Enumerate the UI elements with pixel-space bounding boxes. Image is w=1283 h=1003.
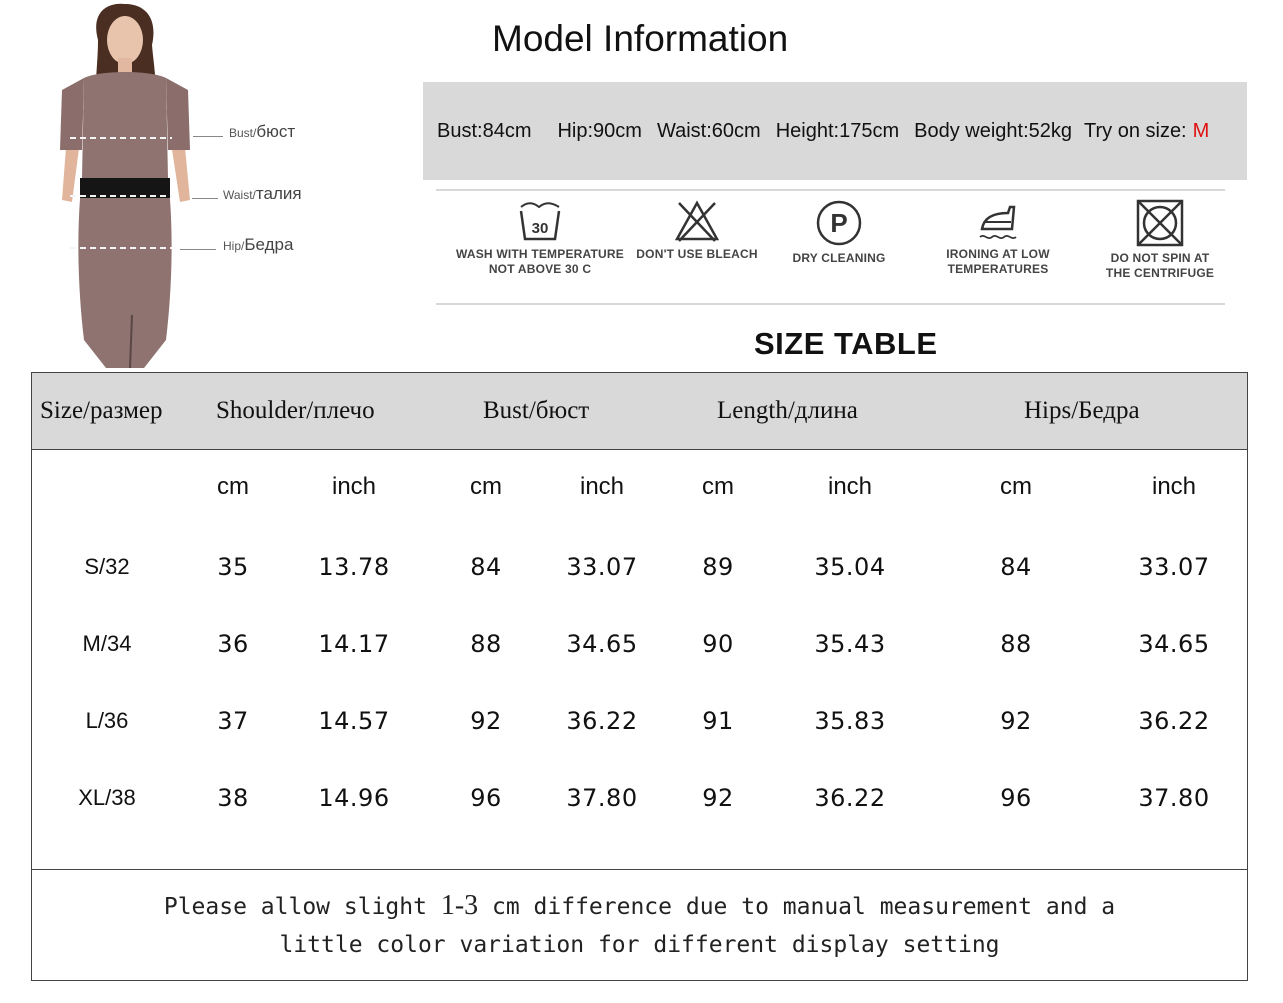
- no-spin-icon: [1136, 199, 1184, 247]
- table-cell: 96: [470, 784, 502, 812]
- table-cell: 36.22: [814, 784, 886, 812]
- care-item-dry-clean: P DRY CLEANING: [784, 199, 894, 266]
- model-info-bar: Bust:84cm Hip:90cm Waist:60cm Height:175…: [423, 82, 1247, 180]
- size-table-title: SIZE TABLE: [754, 326, 938, 361]
- table-cell: 36: [217, 630, 249, 658]
- table-cell: 37.80: [566, 784, 638, 812]
- table-cell: 34.65: [1138, 630, 1210, 658]
- unit-label: cm: [1000, 473, 1032, 500]
- table-cell: 37.80: [1138, 784, 1210, 812]
- table-cell: 33.07: [566, 553, 638, 581]
- unit-label: inch: [827, 473, 873, 500]
- header-hips: Hips/Бедра: [1024, 397, 1140, 424]
- waist-value: Waist:60cm: [656, 119, 761, 142]
- size-cell: S/32: [84, 554, 130, 579]
- iron-low-icon: [979, 205, 1017, 240]
- unit-label: inch: [331, 473, 377, 500]
- table-cell: 34.65: [566, 630, 638, 658]
- table-cell: 14.17: [318, 630, 390, 658]
- care-text-spin: DO NOT SPIN AT THE CENTRIFUGE: [1105, 251, 1215, 280]
- try-on-label: Try on size:: [1084, 119, 1187, 142]
- bust-label: Bust/бюст: [229, 122, 296, 141]
- table-cell: 14.96: [318, 784, 390, 812]
- model-illustration: [60, 3, 190, 369]
- table-cell: 37: [217, 707, 249, 735]
- hip-label: Hip/Бедра: [223, 235, 294, 254]
- size-cell: M/34: [82, 631, 132, 656]
- weight-value: Body weight:52kg: [914, 119, 1072, 142]
- care-instructions-bar: 30 WASH WITH TEMPERATURE NOT ABOVE 30 C D…: [436, 189, 1225, 305]
- waist-label: Waist/талия: [223, 184, 302, 203]
- care-text-iron: IRONING AT LOW TEMPERATURES: [946, 247, 1050, 276]
- unit-label: cm: [702, 473, 734, 500]
- table-cell: 88: [470, 630, 502, 658]
- table-cell: 84: [1000, 553, 1032, 581]
- table-cell: 14.57: [318, 707, 390, 735]
- table-cell: 36.22: [1138, 707, 1210, 735]
- bust-value: Bust:84cm: [437, 119, 532, 142]
- waist-leader-line: [192, 198, 218, 199]
- table-cell: 35.43: [814, 630, 886, 658]
- table-cell: 92: [1000, 707, 1032, 735]
- unit-label: inch: [579, 473, 625, 500]
- height-value: Height:175cm: [775, 119, 900, 142]
- svg-text:30: 30: [532, 220, 549, 237]
- model-info-title: Model Information: [492, 18, 789, 59]
- hip-value: Hip:90cm: [557, 119, 642, 142]
- table-cell: 38: [217, 784, 249, 812]
- table-cell: 92: [470, 707, 502, 735]
- bust-leader-line: [193, 136, 223, 137]
- care-item-bleach: DON'T USE BLEACH: [632, 199, 762, 262]
- table-cell: 92: [702, 784, 734, 812]
- measurement-note: Please allow slight 1-3 cm difference du…: [163, 890, 1116, 958]
- table-cell: 13.78: [318, 553, 390, 581]
- table-cell: 96: [1000, 784, 1032, 812]
- table-cell: 35: [217, 553, 249, 581]
- table-cell: 35.04: [814, 553, 886, 581]
- care-item-iron: IRONING AT LOW TEMPERATURES: [936, 199, 1060, 277]
- try-on-size: M: [1192, 119, 1210, 142]
- header-bust: Bust/бюст: [483, 397, 590, 424]
- table-cell: 84: [470, 553, 502, 581]
- no-bleach-icon: [674, 200, 720, 242]
- size-table: Size/размер Shoulder/плечо Bust/бюст Len…: [31, 372, 1248, 981]
- header-shoulder: Shoulder/плечо: [216, 397, 375, 424]
- size-cell: XL/38: [78, 785, 136, 810]
- table-cell: 35.83: [814, 707, 886, 735]
- care-item-wash: 30 WASH WITH TEMPERATURE NOT ABOVE 30 C: [450, 199, 630, 277]
- table-cell: 90: [702, 630, 734, 658]
- care-item-spin: DO NOT SPIN AT THE CENTRIFUGE: [1098, 199, 1222, 281]
- svg-text:P: P: [830, 208, 847, 238]
- unit-label: inch: [1151, 473, 1197, 500]
- size-table-header: Size/размер Shoulder/плечо Bust/бюст Len…: [32, 373, 1247, 450]
- table-cell: 91: [702, 707, 734, 735]
- header-length: Length/длина: [717, 397, 858, 424]
- table-cell: 89: [702, 553, 734, 581]
- table-cell: 33.07: [1138, 553, 1210, 581]
- hip-leader-line: [180, 249, 216, 250]
- table-cell: 36.22: [566, 707, 638, 735]
- note-divider: [32, 869, 1247, 870]
- care-text-wash: WASH WITH TEMPERATURE NOT ABOVE 30 C: [456, 247, 624, 276]
- care-text-dry-clean: DRY CLEANING: [792, 251, 886, 265]
- header-size: Size/размер: [40, 397, 163, 424]
- table-cell: 88: [1000, 630, 1032, 658]
- size-cell: L/36: [85, 708, 129, 733]
- wash-30-icon: 30: [519, 202, 561, 241]
- dry-clean-icon: P: [816, 200, 862, 246]
- unit-label: cm: [217, 473, 249, 500]
- care-text-bleach: DON'T USE BLEACH: [636, 247, 758, 261]
- unit-label: cm: [470, 473, 502, 500]
